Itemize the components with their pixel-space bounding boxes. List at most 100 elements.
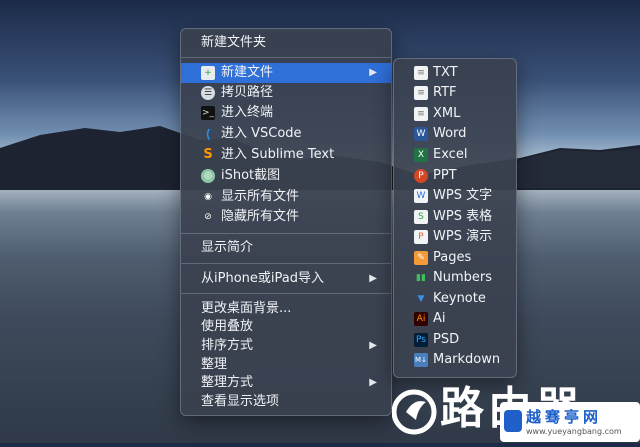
ppt-icon: P <box>414 169 428 183</box>
new-folder-label: 新建文件夹 <box>201 35 267 50</box>
copy-path-icon: ☰ <box>201 86 215 100</box>
clean-up-by-item[interactable]: 整理方式 ▶ <box>181 373 391 393</box>
clean-up-item[interactable]: 整理 <box>181 355 391 375</box>
open-terminal-label: 进入终端 <box>221 105 274 120</box>
submenu-item-markdown[interactable]: M↓ Markdown <box>394 350 516 370</box>
context-menu: 新建文件夹 + 新建文件 ▶ ☰ 拷贝路径 >_ 进入终端 ⟨ 进入 VSCod… <box>180 28 392 416</box>
submenu-item-label: XML <box>433 106 461 121</box>
pages-icon: ✎ <box>414 251 428 265</box>
markdown-icon: M↓ <box>414 353 428 367</box>
import-device-item[interactable]: 从iPhone或iPad导入 ▶ <box>181 269 391 289</box>
submenu-item-label: RTF <box>433 85 457 100</box>
submenu-arrow-icon: ▶ <box>369 340 377 351</box>
watermark-site-name: 越骞亭网 <box>526 408 603 426</box>
sublime-icon: S <box>203 147 213 162</box>
wps-spreadsheet-icon: S <box>414 210 428 224</box>
submenu-item-label: Pages <box>433 250 472 265</box>
new-folder-item[interactable]: 新建文件夹 <box>181 33 391 53</box>
submenu-item-label: Numbers <box>433 270 492 285</box>
txt-file-icon: ≡ <box>414 66 428 80</box>
xml-file-icon: ≡ <box>414 107 428 121</box>
rtf-file-icon: ≡ <box>414 86 428 100</box>
submenu-arrow-icon: ▶ <box>369 377 377 388</box>
open-vscode-label: 进入 VSCode <box>221 126 302 141</box>
separator <box>181 293 391 294</box>
submenu-item-pages[interactable]: ✎ Pages <box>394 248 516 268</box>
wps-presentation-icon: P <box>414 230 428 244</box>
submenu-item-label: PSD <box>433 332 460 347</box>
clean-up-label: 整理 <box>201 357 228 372</box>
submenu-arrow-icon: ▶ <box>369 273 377 284</box>
new-file-item[interactable]: + 新建文件 ▶ <box>181 63 391 83</box>
submenu-item-keynote[interactable]: ▼ Keynote <box>394 289 516 309</box>
submenu-item-label: WPS 表格 <box>433 209 493 224</box>
watermark-badge-icon <box>504 410 522 432</box>
change-background-item[interactable]: 更改桌面背景... <box>181 299 391 319</box>
use-stacks-label: 使用叠放 <box>201 319 254 334</box>
submenu-item-wps-writer[interactable]: W WPS 文字 <box>394 186 516 206</box>
get-info-item[interactable]: 显示简介 <box>181 238 391 258</box>
open-vscode-item[interactable]: ⟨ 进入 VSCode <box>181 124 391 144</box>
change-background-label: 更改桌面背景... <box>201 301 292 316</box>
open-sublime-label: 进入 Sublime Text <box>221 147 335 162</box>
vscode-icon: ⟨ <box>205 127 211 141</box>
ishot-icon: ◎ <box>201 169 215 183</box>
separator <box>181 233 391 234</box>
submenu-item-label: Excel <box>433 147 468 162</box>
open-terminal-item[interactable]: >_ 进入终端 <box>181 103 391 123</box>
ishot-item[interactable]: ◎ iShot截图 <box>181 166 391 186</box>
submenu-item-rtf[interactable]: ≡ RTF <box>394 83 516 103</box>
numbers-icon: ▮▮ <box>416 273 426 283</box>
sort-by-label: 排序方式 <box>201 338 254 353</box>
submenu-item-wps-sheet[interactable]: S WPS 表格 <box>394 207 516 227</box>
sort-by-item[interactable]: 排序方式 ▶ <box>181 336 391 356</box>
eye-slash-icon: ⊘ <box>204 212 212 222</box>
watermark-badge: 越骞亭网 www.yueyangbang.com <box>500 402 640 442</box>
get-info-label: 显示简介 <box>201 240 254 255</box>
submenu-item-wps-present[interactable]: P WPS 演示 <box>394 227 516 247</box>
photoshop-icon: Ps <box>414 333 428 347</box>
submenu-item-label: Ai <box>433 311 446 326</box>
wps-writer-icon: W <box>414 189 428 203</box>
keynote-icon: ▼ <box>417 294 425 304</box>
import-device-label: 从iPhone或iPad导入 <box>201 271 324 286</box>
submenu-item-word[interactable]: W Word <box>394 124 516 144</box>
hide-hidden-item[interactable]: ⊘ 隐藏所有文件 <box>181 207 391 227</box>
separator <box>181 57 391 58</box>
view-options-item[interactable]: 查看显示选项 <box>181 392 391 412</box>
submenu-item-label: WPS 文字 <box>433 188 493 203</box>
terminal-icon: >_ <box>201 106 215 120</box>
separator <box>181 263 391 264</box>
submenu-item-ppt[interactable]: P PPT <box>394 166 516 186</box>
show-hidden-item[interactable]: ◉ 显示所有文件 <box>181 187 391 207</box>
submenu-item-psd[interactable]: Ps PSD <box>394 330 516 350</box>
open-sublime-item[interactable]: S 进入 Sublime Text <box>181 145 391 165</box>
view-options-label: 查看显示选项 <box>201 394 280 409</box>
submenu-item-xml[interactable]: ≡ XML <box>394 104 516 124</box>
submenu-item-label: PPT <box>433 168 457 183</box>
submenu-item-txt[interactable]: ≡ TXT <box>394 63 516 83</box>
illustrator-icon: Ai <box>414 312 428 326</box>
submenu-item-excel[interactable]: X Excel <box>394 145 516 165</box>
submenu-item-label: Word <box>433 126 467 141</box>
watermark: 路由器 越骞亭网 www.yueyangbang.com <box>391 372 640 443</box>
submenu-item-label: Keynote <box>433 291 486 306</box>
excel-icon: X <box>414 148 428 162</box>
copy-path-label: 拷贝路径 <box>221 85 274 100</box>
submenu-item-numbers[interactable]: ▮▮ Numbers <box>394 268 516 288</box>
ishot-label: iShot截图 <box>221 168 281 183</box>
watermark-url: www.yueyangbang.com <box>526 427 622 436</box>
hide-hidden-label: 隐藏所有文件 <box>221 209 300 224</box>
word-icon: W <box>414 127 428 141</box>
eye-icon: ◉ <box>204 192 212 202</box>
submenu-item-label: Markdown <box>433 352 501 367</box>
submenu-item-ai[interactable]: Ai Ai <box>394 309 516 329</box>
copy-path-item[interactable]: ☰ 拷贝路径 <box>181 83 391 103</box>
use-stacks-item[interactable]: 使用叠放 <box>181 317 391 337</box>
new-file-icon: + <box>201 66 215 80</box>
submenu-item-label: TXT <box>433 65 458 80</box>
submenu-item-label: WPS 演示 <box>433 229 493 244</box>
new-file-label: 新建文件 <box>221 65 274 80</box>
clean-up-by-label: 整理方式 <box>201 375 254 390</box>
submenu-arrow-icon: ▶ <box>369 67 377 78</box>
